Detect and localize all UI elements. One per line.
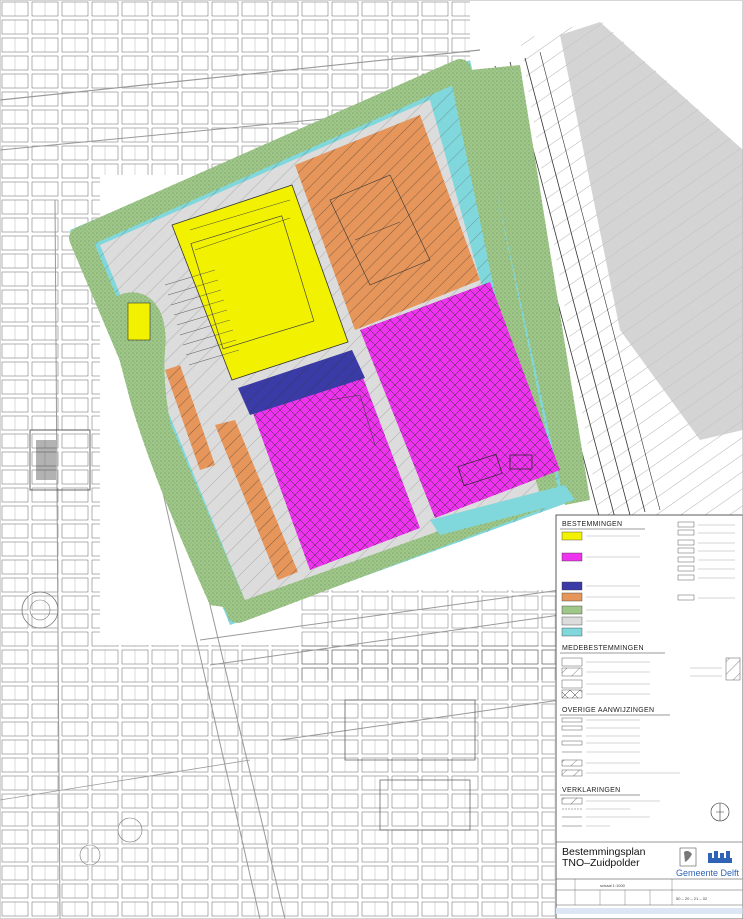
legend-heading-overige: OVERIGE AANWIJZINGEN xyxy=(562,707,654,714)
scale-label: schaal 1:1000 xyxy=(600,883,626,888)
sheet-number: 50 – 20 – 21 – 02 xyxy=(676,896,708,901)
legend-swatch-orange xyxy=(561,592,583,602)
municipality-name: Gemeente Delft xyxy=(676,868,740,878)
legend-swatch-grey xyxy=(561,616,583,626)
zoning-map: BESTEMMINGEN MEDEBESTEMMINGEN OVERIGE AA… xyxy=(0,0,743,919)
legend-swatch-magenta xyxy=(561,552,583,562)
legend-heading-verklaringen: VERKLARINGEN xyxy=(562,787,620,794)
title-line-2: TNO–Zuidpolder xyxy=(562,857,640,869)
legend-heading-bestemmingen: BESTEMMINGEN xyxy=(562,521,622,528)
legend-heading-medebestemmingen: MEDEBESTEMMINGEN xyxy=(562,645,644,652)
zone-yellow-small xyxy=(127,302,151,341)
legend-swatch-yellow xyxy=(561,531,583,541)
legend-swatch-cyan xyxy=(561,627,583,637)
legend-swatch-green xyxy=(561,605,583,615)
legend-swatch-purple xyxy=(561,581,583,591)
legend-panel: BESTEMMINGEN MEDEBESTEMMINGEN OVERIGE AA… xyxy=(555,514,743,919)
zoning-map-canvas: BESTEMMINGEN MEDEBESTEMMINGEN OVERIGE AA… xyxy=(0,0,743,919)
